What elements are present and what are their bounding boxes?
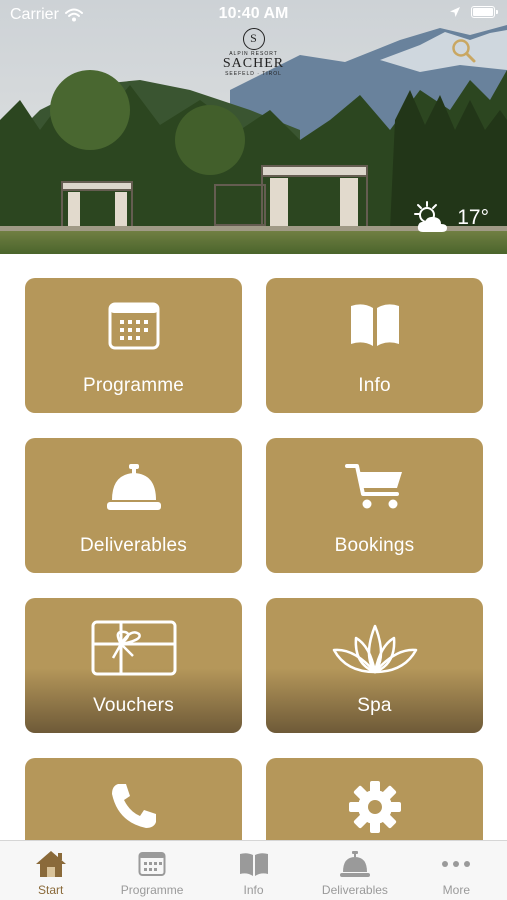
- phone-icon: [111, 784, 156, 828]
- gear-icon: [348, 781, 401, 833]
- book-icon: [239, 853, 268, 876]
- tab-more[interactable]: More: [406, 841, 507, 900]
- tile-deliverables[interactable]: Deliverables: [25, 438, 242, 573]
- tile-spa[interactable]: Spa: [266, 598, 483, 733]
- tile-label: Spa: [357, 695, 392, 716]
- tile-bookings[interactable]: Bookings: [266, 438, 483, 573]
- gift-card-icon: [91, 620, 176, 676]
- shopping-cart-icon: [344, 464, 402, 509]
- tile-programme[interactable]: Programme: [25, 278, 242, 413]
- resort-logo: S ALPIN RESORT SACHER SEEFELD · TIROL: [0, 28, 507, 77]
- status-bar: Carrier 10:40 AM: [0, 0, 507, 30]
- lotus-icon: [332, 624, 417, 674]
- service-bell-icon: [339, 851, 370, 877]
- tab-label: More: [442, 883, 470, 897]
- more-dots-icon: [442, 861, 471, 867]
- service-bell-icon: [106, 464, 161, 510]
- tab-label: Programme: [120, 883, 184, 897]
- tab-label: Deliverables: [321, 883, 388, 897]
- calendar-icon: [138, 852, 166, 876]
- logo-monogram: S: [242, 28, 265, 50]
- tile-label: Deliverables: [80, 535, 187, 556]
- tab-label: Info: [243, 883, 264, 897]
- tile-info[interactable]: Info: [266, 278, 483, 413]
- status-time: 10:40 AM: [218, 5, 289, 22]
- tab-deliverables[interactable]: Deliverables: [304, 841, 405, 900]
- tab-bar: Start Programme Info Deliverables More: [0, 840, 507, 900]
- tile-label: Vouchers: [93, 695, 174, 716]
- tile-vouchers[interactable]: Vouchers: [25, 598, 242, 733]
- calendar-icon: [108, 302, 159, 350]
- tile-label: Bookings: [334, 535, 415, 556]
- tile-label: Programme: [82, 375, 185, 396]
- search-icon[interactable]: [451, 38, 477, 64]
- battery-icon: [471, 6, 498, 18]
- tile-label: Info: [358, 375, 391, 396]
- weather-widget[interactable]: 17°: [411, 200, 489, 236]
- weather-temperature: 17°: [457, 206, 489, 229]
- logo-line3: SEEFELD · TIROL: [225, 71, 282, 77]
- tab-label: Start: [38, 883, 64, 897]
- location-arrow-icon: [450, 7, 460, 17]
- partly-sunny-icon: [414, 201, 448, 232]
- logo-line2: SACHER: [222, 56, 285, 71]
- tab-start[interactable]: Start: [0, 841, 101, 900]
- book-icon: [350, 304, 399, 346]
- tab-info[interactable]: Info: [203, 841, 304, 900]
- home-icon: [35, 851, 66, 877]
- tab-programme[interactable]: Programme: [101, 841, 202, 900]
